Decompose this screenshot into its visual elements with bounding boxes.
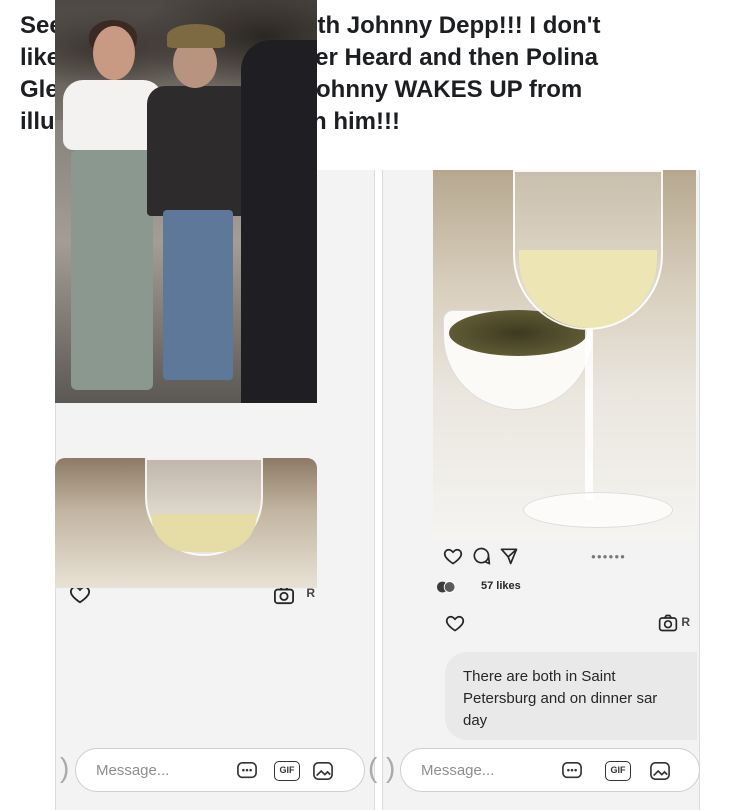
liker-avatars-icon xyxy=(437,581,455,593)
heart-icon[interactable] xyxy=(445,613,465,633)
man-hat xyxy=(167,24,225,48)
comment-icon[interactable] xyxy=(471,546,491,566)
message-line: Petersburg and on dinner sar xyxy=(463,690,658,707)
wine-glass-thumbnail xyxy=(55,458,317,588)
message-placeholder: Message... xyxy=(421,762,495,779)
reply-action-row: R xyxy=(433,605,696,641)
message-text: There are both in Saint Petersburg and o… xyxy=(463,666,703,732)
emoji-icon[interactable] xyxy=(561,761,583,781)
heart-icon[interactable] xyxy=(443,546,463,566)
wine-dinner-photo xyxy=(433,170,696,540)
image-icon[interactable] xyxy=(649,761,671,781)
gif-icon[interactable]: GIF xyxy=(274,761,300,781)
bodyguard-figure xyxy=(241,40,317,403)
edge-fragment: ( xyxy=(368,752,378,783)
emoji-icon[interactable] xyxy=(236,761,258,781)
camera-icon[interactable] xyxy=(658,613,678,633)
message-line: There are both in Saint xyxy=(463,668,616,685)
street-photo xyxy=(55,0,317,403)
message-bubble: There are both in Saint Petersburg and o… xyxy=(445,652,697,740)
woman-head xyxy=(93,26,135,80)
cut-off-label: R xyxy=(681,615,690,629)
message-input[interactable]: Message... GIF xyxy=(75,748,365,792)
share-icon[interactable] xyxy=(499,546,519,566)
carousel-dots: ●●●●●● xyxy=(591,552,626,561)
man-jeans xyxy=(163,210,233,380)
image-icon[interactable] xyxy=(312,761,334,781)
gif-icon[interactable]: GIF xyxy=(605,761,631,781)
message-line: day xyxy=(463,712,488,729)
likes-count[interactable]: 57 likes xyxy=(481,580,521,592)
post-action-row: ●●●●●● xyxy=(433,540,696,570)
camera-icon[interactable] xyxy=(273,585,295,605)
message-input[interactable]: Message... GIF xyxy=(400,748,700,792)
likes-row: 57 likes xyxy=(433,578,696,596)
edge-fragment: ) xyxy=(386,752,396,783)
edge-fragment: ) xyxy=(60,752,70,783)
cut-off-label: R xyxy=(306,586,315,600)
message-placeholder: Message... xyxy=(96,762,170,779)
